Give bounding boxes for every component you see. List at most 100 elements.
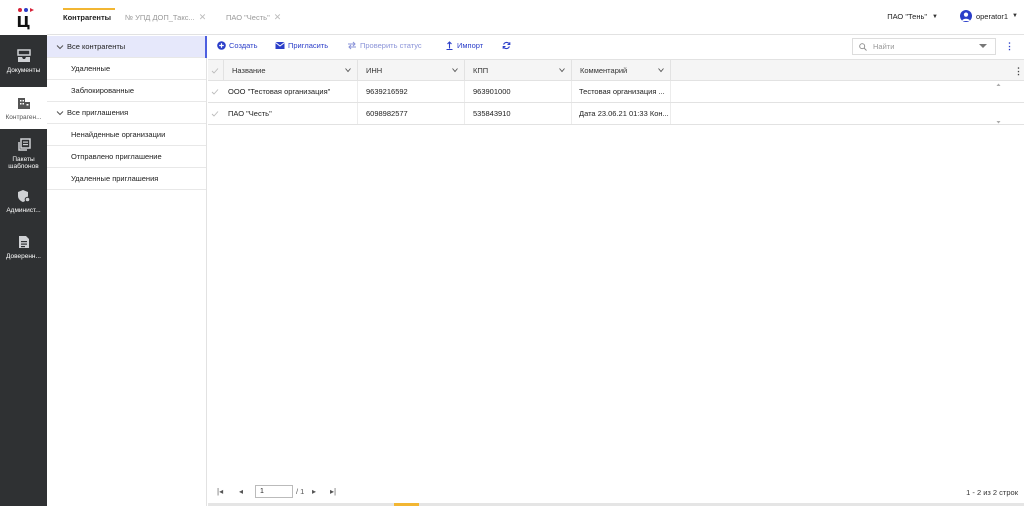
column-header-kpp[interactable]: КПП	[465, 60, 572, 81]
rail-item-label: Контраген...	[5, 113, 42, 121]
tab-pao-chest[interactable]: ПАО "Честь" ✕	[226, 0, 281, 35]
rail-item-label: Документы	[6, 66, 41, 74]
select-all-cell[interactable]	[208, 60, 224, 81]
rail-item-templates[interactable]: Пакеты шаблонов	[0, 129, 47, 179]
search-box[interactable]	[852, 38, 996, 55]
shield-gear-icon	[17, 189, 30, 202]
tree-item-label: Все контрагенты	[67, 42, 126, 51]
first-page-icon[interactable]: |◂	[217, 487, 223, 496]
tree-item-blocked[interactable]: Заблокированные	[47, 80, 206, 102]
chevron-down-icon[interactable]	[559, 67, 565, 73]
search-input[interactable]	[873, 42, 973, 51]
org-selector[interactable]: ПАО "Тень" ▼	[887, 12, 938, 21]
inbox-icon	[16, 48, 31, 62]
column-label: ИНН	[366, 66, 383, 75]
chevron-down-icon[interactable]	[56, 43, 64, 51]
close-icon[interactable]: ✕	[199, 12, 207, 23]
table-row[interactable]: ООО "Тестовая организация" 9639216592 96…	[208, 81, 1024, 103]
grid-header: Название ИНН КПП Комментарий ⋮	[208, 59, 1024, 81]
rail-item-label: Админист...	[6, 206, 41, 214]
tab-label: ПАО "Честь"	[226, 13, 270, 22]
cell-name: ПАО "Честь"	[224, 103, 358, 124]
checkmark-icon	[211, 67, 219, 74]
column-header-comment[interactable]: Комментарий	[572, 60, 671, 81]
tree-item-invitation-sent[interactable]: Отправлено приглашение	[47, 146, 206, 168]
rail-item-admin[interactable]: Админист...	[0, 179, 47, 223]
tree-item-all-counterparties[interactable]: Все контрагенты	[47, 36, 207, 58]
tree-item-all-invitations[interactable]: Все приглашения	[47, 102, 206, 124]
column-label: Комментарий	[580, 66, 628, 75]
prev-page-icon[interactable]: ◂	[239, 487, 243, 496]
grid-scrollbar[interactable]	[995, 81, 1002, 126]
logo-dot-red	[18, 8, 22, 12]
column-header-inn[interactable]: ИНН	[358, 60, 465, 81]
tree-item-deleted[interactable]: Удаленные	[47, 58, 206, 80]
cell-kpp: 963901000	[465, 81, 572, 102]
logo-play-icon	[30, 8, 34, 12]
last-page-icon[interactable]: ▸|	[330, 487, 336, 496]
tree-item-label: Удаленные приглашения	[71, 174, 159, 183]
cell-inn: 9639216592	[358, 81, 465, 102]
pager: |◂ ◂ / 1 ▸ ▸| 1 - 2 из 2 строк	[208, 482, 1024, 502]
search-icon	[859, 42, 867, 51]
user-menu[interactable]: operator1 ▼	[959, 10, 1018, 22]
scroll-down-icon[interactable]	[996, 121, 1001, 124]
tab-upd-document[interactable]: № УПД ДОП_Такс... ✕	[125, 0, 206, 35]
chevron-down-icon[interactable]	[452, 67, 458, 73]
rail-item-documents[interactable]: Документы	[0, 35, 47, 87]
plus-circle-icon	[217, 41, 226, 50]
invite-button[interactable]: Пригласить	[275, 41, 328, 50]
close-icon[interactable]: ✕	[274, 12, 282, 23]
tab-label: № УПД ДОП_Такс...	[125, 13, 195, 22]
user-icon	[961, 12, 970, 21]
logo-dots	[18, 8, 34, 12]
check-status-button[interactable]: Проверить статус	[347, 41, 422, 50]
avatar	[959, 10, 972, 22]
tree-item-label: Все приглашения	[67, 108, 129, 117]
toolbar-more-icon[interactable]: ⋮	[1005, 41, 1014, 52]
rail-item-counterparties[interactable]: Контраген...	[0, 87, 47, 129]
user-name: operator1	[975, 11, 1009, 21]
rail-item-label: Пакеты шаблонов	[8, 156, 39, 170]
columns-menu-icon[interactable]: ⋮	[1014, 66, 1023, 77]
cell-inn: 6098982577	[358, 103, 465, 124]
search-dropdown-icon[interactable]	[979, 44, 987, 48]
tab-counterparties[interactable]: Контрагенты	[63, 0, 116, 35]
app-logo[interactable]: Ц	[0, 0, 47, 35]
refresh-icon	[502, 41, 511, 50]
document-icon	[18, 235, 29, 248]
caret-down-icon: ▼	[1012, 13, 1018, 19]
column-header-name[interactable]: Название	[224, 60, 358, 81]
top-bar: Контрагенты № УПД ДОП_Такс... ✕ ПАО "Чес…	[47, 0, 1024, 35]
tree-item-label: Отправлено приглашение	[71, 152, 162, 161]
tab-label: Контрагенты	[63, 13, 112, 22]
refresh-button[interactable]	[502, 41, 511, 50]
chevron-down-icon[interactable]	[658, 67, 664, 73]
create-label: Создать	[229, 41, 258, 50]
chevron-down-icon[interactable]	[56, 109, 64, 117]
cell-kpp: 535843910	[465, 103, 572, 124]
import-label: Импорт	[457, 41, 484, 50]
check-status-label: Проверить статус	[360, 41, 422, 50]
scroll-up-icon[interactable]	[996, 83, 1001, 87]
chevron-down-icon[interactable]	[345, 67, 351, 73]
checkmark-icon[interactable]	[211, 88, 219, 96]
next-page-icon[interactable]: ▸	[312, 487, 316, 496]
left-rail: Ц Документы Контраген... Пакеты шаблонов…	[0, 0, 47, 506]
create-button[interactable]: Создать	[217, 41, 258, 50]
rail-item-powers[interactable]: Доверенн...	[0, 223, 47, 271]
column-label: Название	[232, 66, 266, 75]
org-name: ПАО "Тень"	[887, 12, 928, 21]
envelope-icon	[275, 42, 285, 49]
swap-arrows-icon	[348, 41, 356, 50]
row-count: 1 - 2 из 2 строк	[966, 488, 1018, 497]
page-input[interactable]	[255, 485, 293, 498]
cell-comment: Дата 23.06.21 01:33 Кон...	[572, 103, 671, 124]
table-row[interactable]: ПАО "Честь" 6098982577 535843910 Дата 23…	[208, 103, 1024, 125]
import-button[interactable]: Импорт	[445, 41, 483, 50]
tree-item-deleted-invitations[interactable]: Удаленные приглашения	[47, 168, 206, 190]
tree-item-not-found[interactable]: Ненайденные организации	[47, 124, 206, 146]
checkmark-icon[interactable]	[211, 110, 219, 118]
invite-label: Пригласить	[288, 41, 329, 50]
rail-item-label: Доверенн...	[6, 252, 41, 260]
